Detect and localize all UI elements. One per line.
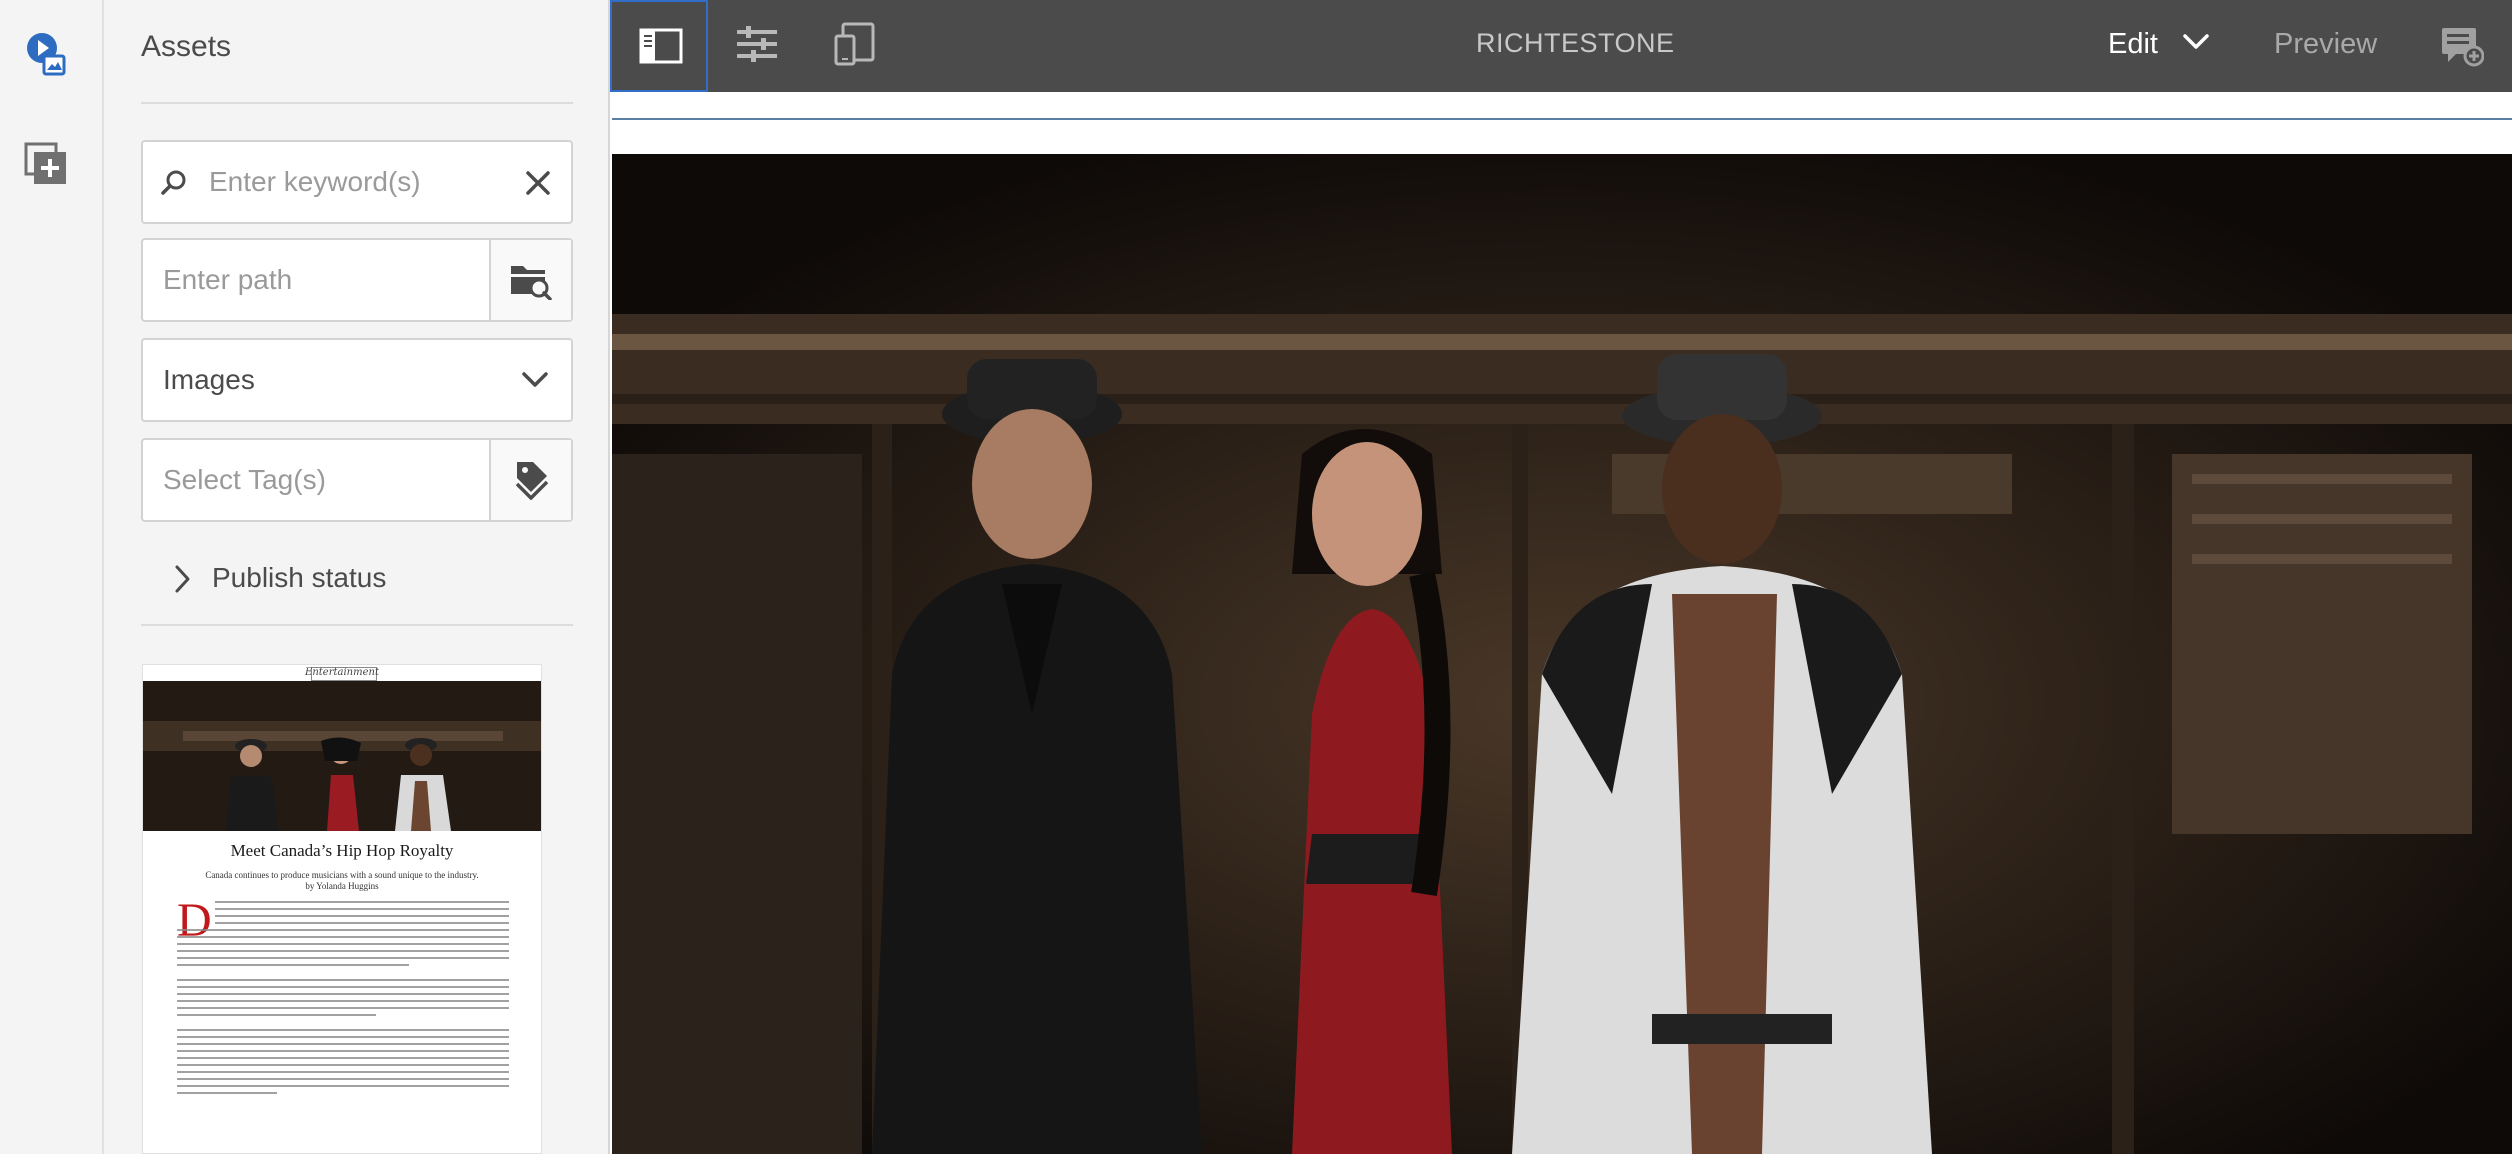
- tags-picker-button[interactable]: [489, 440, 571, 520]
- assets-panel: Assets Enter keyword(s) Enter path Image…: [104, 0, 610, 1154]
- search-icon: [159, 168, 189, 198]
- thumbnail-kicker: Entertainment: [305, 667, 379, 678]
- thumbnail-photo: [143, 681, 541, 831]
- page-properties-button[interactable]: [708, 0, 806, 92]
- thumbnail-subhead-text: Canada continues to produce musicians wi…: [205, 870, 479, 880]
- thumbnail-headline: Meet Canada’s Hip Hop Royalty: [230, 841, 454, 860]
- search-field[interactable]: Enter keyword(s): [141, 140, 573, 224]
- editor-toolbar: RICHTESTONE Edit Preview: [610, 0, 2512, 92]
- canvas-separator: [612, 118, 2512, 120]
- mode-chevron-down-icon[interactable]: [2182, 32, 2210, 57]
- toggle-side-panel-icon: [639, 28, 683, 64]
- search-input[interactable]: Enter keyword(s): [209, 166, 421, 198]
- emulator-button[interactable]: [806, 0, 904, 92]
- components-icon[interactable]: [22, 140, 70, 188]
- assets-icon[interactable]: [22, 30, 70, 78]
- thumbnail-subhead: Canada continues to produce musicians wi…: [143, 870, 541, 892]
- tag-icon: [513, 460, 549, 500]
- hero-image-component[interactable]: [612, 154, 2512, 1154]
- annotations-icon[interactable]: [2440, 24, 2485, 73]
- path-browse-button[interactable]: [489, 240, 571, 320]
- thumbnail-body-text: [177, 901, 509, 1099]
- panel-divider: [141, 624, 573, 626]
- page-properties-icon: [737, 26, 777, 62]
- tags-field[interactable]: Select Tag(s): [141, 438, 573, 522]
- publish-status-label: Publish status: [212, 562, 387, 593]
- preview-button[interactable]: Preview: [2274, 28, 2377, 61]
- page-title: RICHTESTONE: [1476, 28, 1675, 58]
- toggle-side-panel-button[interactable]: [610, 0, 708, 92]
- path-field[interactable]: Enter path: [141, 238, 573, 322]
- asset-type-value: Images: [163, 364, 255, 395]
- tags-input[interactable]: Select Tag(s): [163, 464, 326, 496]
- folder-search-icon: [509, 260, 553, 300]
- chevron-right-icon: [172, 564, 192, 601]
- asset-type-select[interactable]: Images: [141, 338, 573, 422]
- asset-thumbnail-card[interactable]: Entertainment Meet Canada’s Hip Hop Roya…: [142, 664, 542, 1154]
- panel-divider: [141, 102, 573, 104]
- hero-photo: [612, 154, 2512, 1154]
- clear-icon[interactable]: [525, 170, 551, 196]
- side-rail: [0, 0, 104, 1154]
- panel-title: Assets: [141, 30, 232, 63]
- emulator-icon: [834, 22, 875, 66]
- thumbnail-byline: by Yolanda Huggins: [305, 881, 379, 891]
- path-input[interactable]: Enter path: [163, 264, 292, 296]
- chevron-down-icon: [521, 370, 549, 390]
- mode-select[interactable]: Edit: [2108, 28, 2158, 61]
